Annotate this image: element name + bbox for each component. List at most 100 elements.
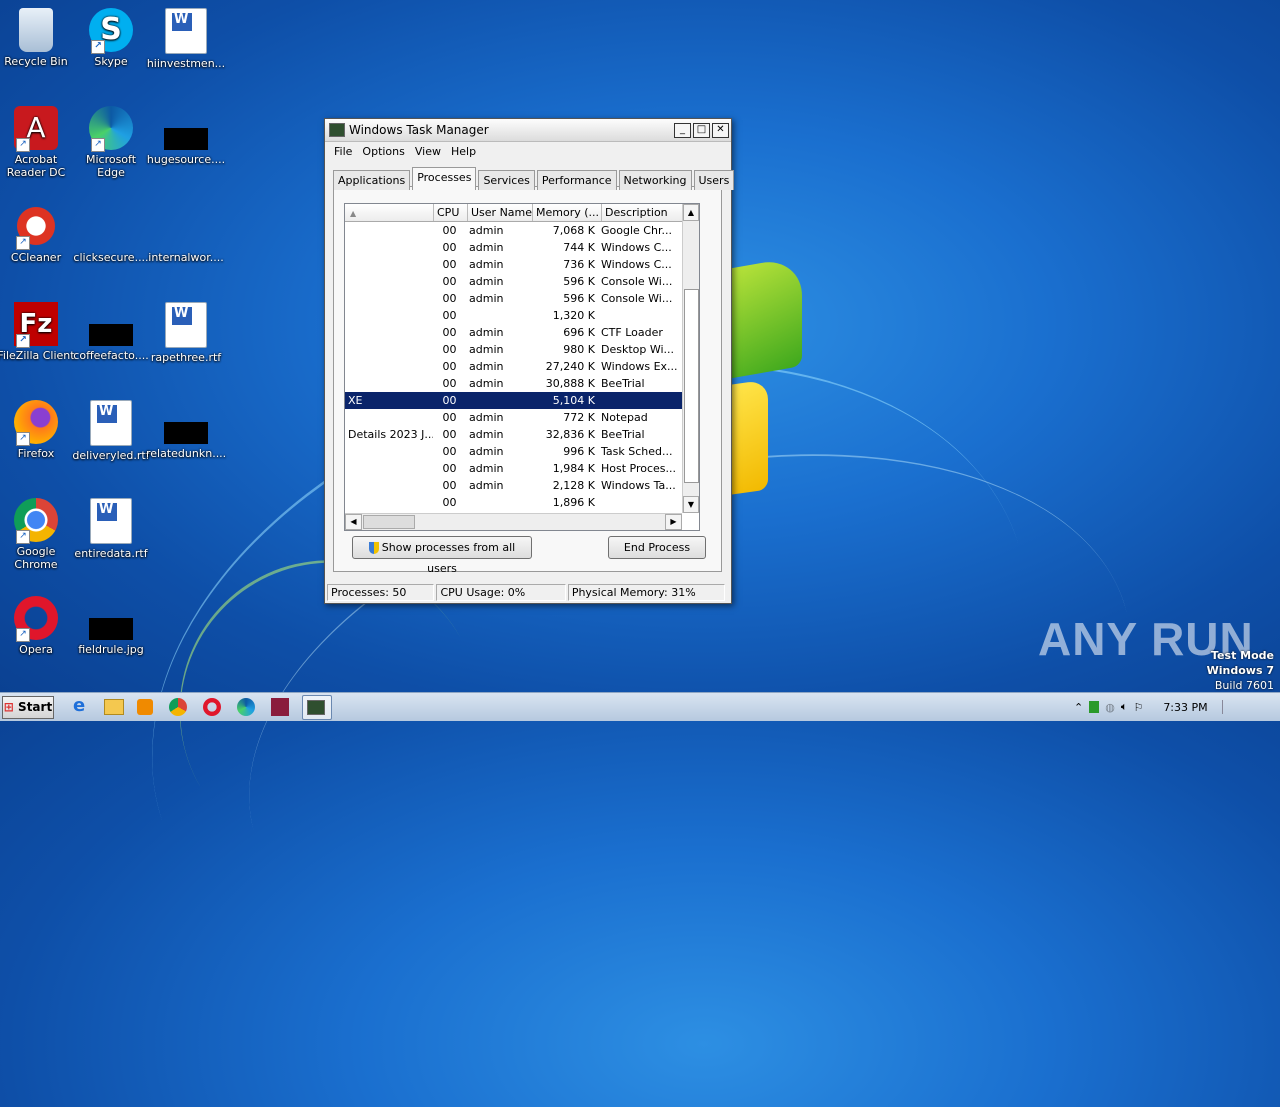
table-row[interactable]: 00 1,896 K — [345, 494, 699, 511]
tab-networking[interactable]: Networking — [618, 170, 692, 190]
desktop-icon-chrome[interactable]: ↗ Google Chrome — [0, 498, 76, 571]
desktop-icon-hugesource[interactable]: hugesource.... — [146, 106, 226, 166]
column-user-name[interactable]: User Name — [468, 204, 533, 221]
desktop-icon-relatedunkn[interactable]: relatedunkn.... — [146, 400, 226, 460]
column-description[interactable]: Description — [602, 204, 685, 221]
desktop-icon-skype[interactable]: S ↗ Skype — [71, 8, 151, 68]
menu-help[interactable]: Help — [446, 144, 481, 159]
cell-image-name — [345, 239, 433, 256]
table-row[interactable]: Details 2023 J... 00 admin 32,836 K BeeTrial — [345, 426, 699, 443]
table-row[interactable]: 00 admin 596 K Console Wi... — [345, 273, 699, 290]
explorer-folder-icon[interactable] — [100, 695, 128, 718]
column-memory[interactable]: Memory (... — [533, 204, 602, 221]
network-icon[interactable] — [1089, 701, 1100, 713]
acrobat-icon: A ↗ — [14, 106, 58, 152]
desktop-icon-rapethree[interactable]: rapethree.rtf — [146, 302, 226, 364]
table-row[interactable]: 00 admin 980 K Desktop Wi... — [345, 341, 699, 358]
word-document-icon — [165, 8, 207, 54]
desktop-icon-entiredata[interactable]: entiredata.rtf — [71, 498, 151, 560]
show-hidden-icons-icon[interactable]: ⌃ — [1074, 701, 1083, 714]
scroll-up-icon[interactable]: ▲ — [683, 204, 699, 221]
process-list[interactable]: ▲ CPU User Name Memory (... Description … — [344, 203, 700, 531]
opera-taskbar-icon[interactable] — [200, 695, 228, 718]
table-row[interactable]: XE 00 5,104 K — [345, 392, 699, 409]
desktop-icon-deliveryled[interactable]: deliveryled.rtf — [71, 400, 151, 462]
clock[interactable]: 7:33 PM — [1163, 701, 1207, 714]
redacted-thumbnail-icon — [164, 422, 208, 444]
tab-applications[interactable]: Applications — [333, 170, 411, 190]
cell-user-name: admin — [469, 275, 504, 288]
menu-options[interactable]: Options — [357, 144, 409, 159]
table-row[interactable]: 00 1,320 K — [345, 307, 699, 324]
table-row[interactable]: 00 admin 996 K Task Sched... — [345, 443, 699, 460]
tab-processes[interactable]: Processes — [412, 167, 477, 190]
action-center-flag-icon[interactable]: ⚐ — [1133, 701, 1143, 714]
desktop-icon-clicksecure[interactable]: clicksecure.... — [71, 204, 151, 264]
volume-icon[interactable]: 🔈︎ — [1121, 700, 1128, 714]
tab-users[interactable]: Users — [693, 170, 735, 190]
scroll-thumb[interactable] — [363, 515, 415, 529]
chrome-taskbar-icon[interactable] — [166, 695, 194, 718]
desktop-icon-acrobat[interactable]: A ↗ Acrobat Reader DC — [0, 106, 76, 179]
cell-cpu: 00 — [442, 309, 457, 322]
show-desktop-icon[interactable] — [1221, 700, 1233, 714]
table-row[interactable]: 00 admin 596 K Console Wi... — [345, 290, 699, 307]
end-process-button[interactable]: End Process — [608, 536, 706, 559]
desktop-icon-fieldrule[interactable]: fieldrule.jpg — [71, 596, 151, 656]
vertical-scrollbar[interactable]: ▲ ▼ — [682, 204, 699, 513]
security-icon[interactable]: ◍ — [1105, 701, 1115, 714]
table-row[interactable]: 00 admin 736 K Windows C... — [345, 256, 699, 273]
desktop-icon-label: Skype — [94, 55, 128, 68]
column-cpu[interactable]: CPU — [434, 204, 468, 221]
redacted-thumbnail-icon — [89, 618, 133, 640]
maximize-icon[interactable]: □ — [693, 122, 710, 138]
internet-explorer-icon[interactable]: e — [66, 695, 94, 718]
table-row[interactable]: 00 admin 27,240 K Windows Ex... — [345, 358, 699, 375]
menu-view[interactable]: View — [410, 144, 446, 159]
task-manager-taskbar-icon[interactable] — [302, 695, 332, 720]
winrar-taskbar-icon[interactable] — [268, 695, 296, 718]
start-button[interactable]: ⊞ Start — [2, 696, 54, 719]
desktop-icon-filezilla[interactable]: Fz ↗ FileZilla Client — [0, 302, 76, 362]
desktop-icon-coffeefacto[interactable]: coffeefacto.... — [71, 302, 151, 362]
title-bar[interactable]: Windows Task Manager _ □ ✕ — [325, 119, 731, 142]
table-row[interactable]: 00 admin 744 K Windows C... — [345, 239, 699, 256]
edge-taskbar-icon[interactable] — [234, 695, 262, 718]
scroll-left-icon[interactable]: ◀ — [345, 514, 362, 530]
firefox-icon: ↗ — [14, 400, 58, 446]
task-manager-icon — [329, 123, 345, 137]
menu-file[interactable]: File — [329, 144, 357, 159]
horizontal-scrollbar[interactable]: ◀ ▶ — [345, 513, 682, 530]
ccleaner-icon: ↗ — [14, 204, 58, 250]
desktop-icon-hiinvestmen[interactable]: hiinvestmen... — [146, 8, 226, 70]
cell-user-name: admin — [469, 292, 504, 305]
desktop-icon-firefox[interactable]: ↗ Firefox — [0, 400, 76, 460]
cell-image-name — [345, 494, 433, 511]
show-all-processes-button[interactable]: Show processes from all users — [352, 536, 532, 575]
desktop-icon-label: Acrobat Reader DC — [6, 153, 66, 179]
desktop-icon-edge[interactable]: ↗ Microsoft Edge — [71, 106, 151, 179]
media-player-icon[interactable] — [133, 695, 161, 718]
cell-image-name: Details 2023 J... — [348, 428, 433, 441]
redacted-thumbnail-icon — [89, 324, 133, 346]
column-image-name[interactable]: ▲ — [345, 204, 434, 221]
table-row[interactable]: 00 admin 30,888 K BeeTrial — [345, 375, 699, 392]
desktop-icon-ccleaner[interactable]: ↗ CCleaner — [0, 204, 76, 264]
table-row[interactable]: 00 admin 696 K CTF Loader — [345, 324, 699, 341]
scroll-thumb[interactable] — [684, 289, 699, 483]
table-row[interactable]: 00 admin 772 K Notepad — [345, 409, 699, 426]
desktop-icon-internalwor[interactable]: internalwor.... — [146, 204, 226, 264]
desktop-icon-recycle-bin[interactable]: Recycle Bin — [0, 8, 76, 68]
table-row[interactable]: 00 admin 7,068 K Google Chr... — [345, 222, 699, 239]
desktop-icon-opera[interactable]: ↗ Opera — [0, 596, 76, 656]
table-row[interactable]: 00 admin 2,128 K Windows Ta... — [345, 477, 699, 494]
tab-performance[interactable]: Performance — [536, 170, 617, 190]
cell-user-name: admin — [469, 326, 504, 339]
tab-services[interactable]: Services — [478, 170, 535, 190]
scroll-down-icon[interactable]: ▼ — [683, 496, 699, 513]
close-icon[interactable]: ✕ — [712, 122, 729, 138]
minimize-icon[interactable]: _ — [674, 122, 691, 138]
table-row[interactable]: 00 admin 1,984 K Host Proces... — [345, 460, 699, 477]
scroll-right-icon[interactable]: ▶ — [665, 514, 682, 530]
cell-memory: 744 K — [563, 241, 595, 254]
